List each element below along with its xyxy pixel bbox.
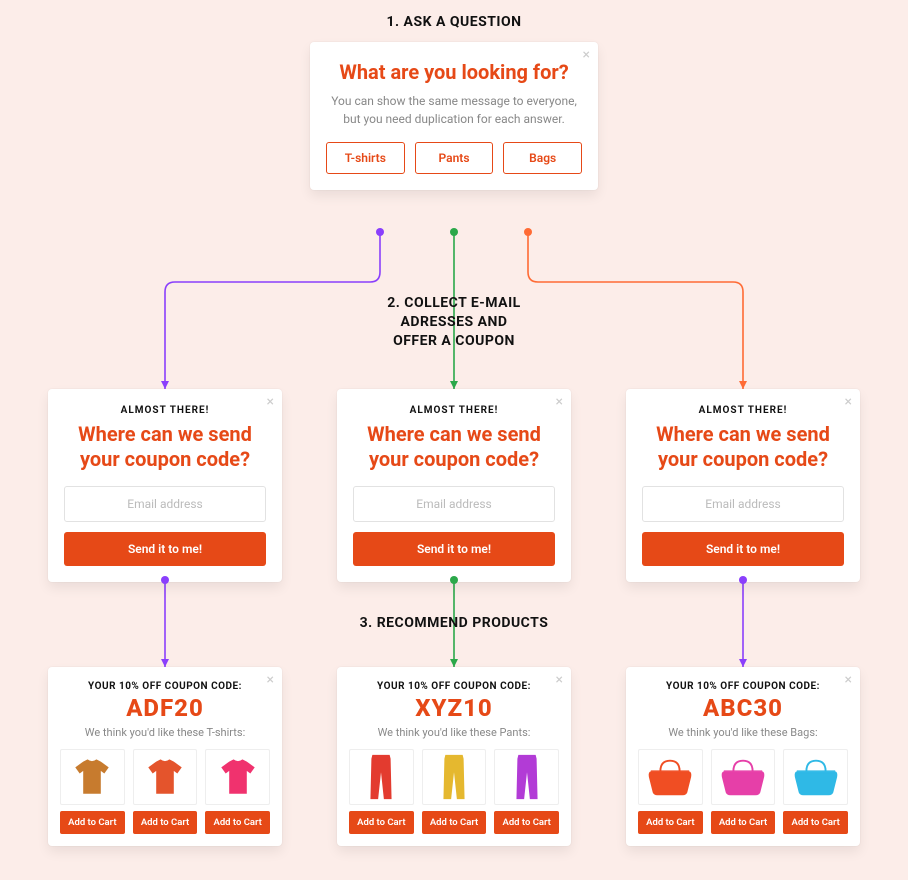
product-item: Add to Cart <box>711 749 776 834</box>
add-to-cart-button[interactable]: Add to Cart <box>422 811 487 834</box>
product-image <box>60 749 125 805</box>
product-image <box>638 749 703 805</box>
product-item: Add to Cart <box>349 749 414 834</box>
step-3-label: 3. RECOMMEND PRODUCTS <box>0 615 908 631</box>
email-eyebrow: ALMOST THERE! <box>64 405 266 416</box>
add-to-cart-button[interactable]: Add to Cart <box>711 811 776 834</box>
connector-dot <box>161 576 169 584</box>
add-to-cart-button[interactable]: Add to Cart <box>205 811 270 834</box>
close-icon[interactable]: × <box>267 395 274 409</box>
option-bags[interactable]: Bags <box>503 142 582 174</box>
connector-dot <box>524 228 532 236</box>
option-tshirts[interactable]: T-shirts <box>326 142 405 174</box>
email-eyebrow: ALMOST THERE! <box>353 405 555 416</box>
question-title: What are you looking for? <box>326 60 582 84</box>
close-icon[interactable]: × <box>845 673 852 687</box>
option-pants[interactable]: Pants <box>415 142 494 174</box>
email-card-tshirts: × ALMOST THERE! Where can we send your c… <box>48 389 282 582</box>
product-grid: Add to Cart Add to Cart Add to Cart <box>349 749 559 834</box>
close-icon[interactable]: × <box>583 48 590 62</box>
product-item: Add to Cart <box>60 749 125 834</box>
product-grid: Add to Cart Add to Cart Add to Cart <box>60 749 270 834</box>
product-item: Add to Cart <box>422 749 487 834</box>
add-to-cart-button[interactable]: Add to Cart <box>60 811 125 834</box>
product-image <box>349 749 414 805</box>
connector-dot <box>450 228 458 236</box>
email-field[interactable] <box>642 486 844 522</box>
email-title: Where can we send your coupon code? <box>353 422 555 472</box>
email-title: Where can we send your coupon code? <box>64 422 266 472</box>
question-subtitle: You can show the same message to everyon… <box>326 92 582 128</box>
product-grid: Add to Cart Add to Cart Add to Cart <box>638 749 848 834</box>
product-card: × YOUR 10% OFF COUPON CODE: ADF20 We thi… <box>48 667 282 846</box>
add-to-cart-button[interactable]: Add to Cart <box>133 811 198 834</box>
add-to-cart-button[interactable]: Add to Cart <box>494 811 559 834</box>
send-button[interactable]: Send it to me! <box>353 532 555 566</box>
email-eyebrow: ALMOST THERE! <box>642 405 844 416</box>
step-2-line2: ADRESSES AND <box>401 314 508 330</box>
email-card-bags: × ALMOST THERE! Where can we send your c… <box>626 389 860 582</box>
email-field[interactable] <box>64 486 266 522</box>
close-icon[interactable]: × <box>556 395 563 409</box>
product-subtitle: We think you'd like these T-shirts: <box>60 726 270 739</box>
step-2-label: 2. COLLECT E-MAIL ADRESSES AND OFFER A C… <box>0 294 908 351</box>
close-icon[interactable]: × <box>845 395 852 409</box>
coupon-eyebrow: YOUR 10% OFF COUPON CODE: <box>638 681 848 692</box>
step-2-line1: 2. COLLECT E-MAIL <box>387 295 521 311</box>
connector-dot <box>450 576 458 584</box>
add-to-cart-button[interactable]: Add to Cart <box>783 811 848 834</box>
diagram-stage: 1. ASK A QUESTION 2. COLLECT E-MAIL ADRE… <box>0 0 908 880</box>
add-to-cart-button[interactable]: Add to Cart <box>349 811 414 834</box>
question-options: T-shirts Pants Bags <box>326 142 582 174</box>
product-card: × YOUR 10% OFF COUPON CODE: XYZ10 We thi… <box>337 667 571 846</box>
product-item: Add to Cart <box>205 749 270 834</box>
product-subtitle: We think you'd like these Pants: <box>349 726 559 739</box>
step-1-label: 1. ASK A QUESTION <box>0 14 908 30</box>
product-image <box>205 749 270 805</box>
email-card-pants: × ALMOST THERE! Where can we send your c… <box>337 389 571 582</box>
product-image <box>711 749 776 805</box>
send-button[interactable]: Send it to me! <box>642 532 844 566</box>
coupon-code: ABC30 <box>638 694 848 722</box>
coupon-code: ADF20 <box>60 694 270 722</box>
send-button[interactable]: Send it to me! <box>64 532 266 566</box>
add-to-cart-button[interactable]: Add to Cart <box>638 811 703 834</box>
product-item: Add to Cart <box>133 749 198 834</box>
coupon-eyebrow: YOUR 10% OFF COUPON CODE: <box>60 681 270 692</box>
email-field[interactable] <box>353 486 555 522</box>
question-card: × What are you looking for? You can show… <box>310 42 598 190</box>
coupon-eyebrow: YOUR 10% OFF COUPON CODE: <box>349 681 559 692</box>
product-subtitle: We think you'd like these Bags: <box>638 726 848 739</box>
product-card: × YOUR 10% OFF COUPON CODE: ABC30 We thi… <box>626 667 860 846</box>
product-image <box>783 749 848 805</box>
product-image <box>133 749 198 805</box>
step-2-line3: OFFER A COUPON <box>393 333 515 349</box>
close-icon[interactable]: × <box>267 673 274 687</box>
product-item: Add to Cart <box>494 749 559 834</box>
product-image <box>422 749 487 805</box>
email-title: Where can we send your coupon code? <box>642 422 844 472</box>
product-item: Add to Cart <box>783 749 848 834</box>
close-icon[interactable]: × <box>556 673 563 687</box>
product-item: Add to Cart <box>638 749 703 834</box>
coupon-code: XYZ10 <box>349 694 559 722</box>
connector-dot <box>376 228 384 236</box>
connector-dot <box>739 576 747 584</box>
product-image <box>494 749 559 805</box>
